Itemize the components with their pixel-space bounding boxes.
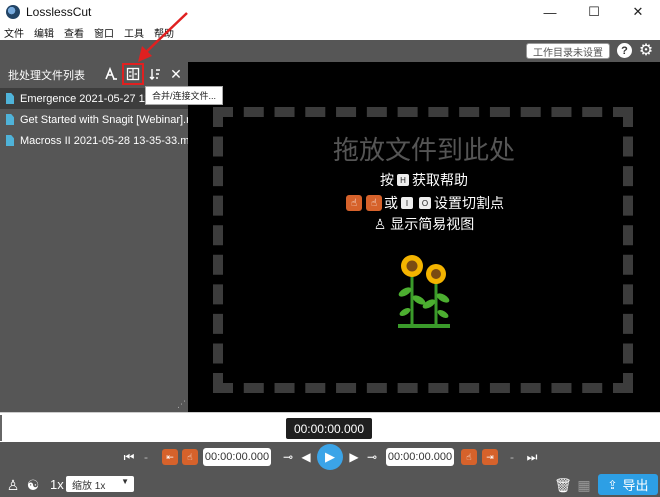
sort-order-icon[interactable] [146, 65, 164, 83]
help-button[interactable]: ? [617, 43, 632, 58]
window-controls: — ☐ ✕ [528, 0, 660, 24]
menu-help[interactable]: 帮助 [154, 25, 174, 40]
timeline-marker[interactable] [0, 415, 2, 441]
current-time-display: 00:00:00.000 [286, 418, 372, 439]
simple-view-hint[interactable]: ♙ 显示简易视图 [188, 214, 660, 234]
chevron-down-icon: ▼ [121, 477, 129, 486]
baby-icon: ♙ [373, 215, 387, 232]
working-directory-button[interactable]: 工作目录未设置 [526, 43, 610, 59]
yin-yang-icon[interactable]: ☯ [24, 476, 42, 494]
list-item[interactable]: Get Started with Snagit [Webinar].r [0, 109, 188, 130]
cut-hint: ☝ ☝ 或 I O 设置切割点 [188, 193, 660, 213]
help-suffix: 获取帮助 [412, 172, 468, 188]
cut-key-out: O [419, 197, 431, 209]
top-toolbar: 工作目录未设置 ? ⚙ [0, 40, 660, 62]
step-back-icon[interactable]: ◀ [300, 449, 312, 465]
menu-tools[interactable]: 工具 [124, 25, 144, 40]
set-cut-end-icon: ☝ [366, 195, 382, 211]
close-button[interactable]: ✕ [616, 0, 660, 24]
gear-icon[interactable]: ⚙ [637, 41, 655, 59]
playback-speed[interactable]: 1x [50, 477, 64, 492]
drop-title: 拖放文件到此处 [332, 135, 515, 165]
trash-icon[interactable]: 🗑 [554, 476, 572, 494]
cut-suffix: 设置切割点 [434, 195, 504, 211]
jump-cut-start-icon[interactable]: ⇤ [162, 449, 178, 465]
zoom-select[interactable]: 缩放 1x ▼ [66, 476, 134, 492]
help-key: H [397, 174, 409, 186]
menu-bar: 文件 编辑 查看 窗口 工具 帮助 [0, 24, 660, 40]
help-hint: 按 H 获取帮助 [188, 170, 660, 190]
window-title: LosslessCut [26, 5, 92, 19]
list-item[interactable]: Macross II 2021-05-28 13-35-33.mk [0, 130, 188, 151]
separator: - [510, 450, 514, 464]
menu-window[interactable]: 窗口 [94, 25, 114, 40]
export-button[interactable]: ⇪ 导出 [598, 474, 658, 495]
player-area[interactable]: 拖放文件到此处 按 H 获取帮助 ☝ ☝ 或 I O 设置切割点 ♙ 显示简易视… [188, 62, 660, 412]
step-forward-icon[interactable]: ▶ [348, 449, 360, 465]
file-name: Get Started with Snagit [Webinar].r [20, 113, 188, 126]
sidebar-title: 批处理文件列表 [8, 70, 85, 82]
cut-or: 或 [384, 195, 398, 211]
export-icon: ⇪ [607, 477, 618, 492]
play-button[interactable]: ▶ [317, 444, 343, 470]
title-bar: LosslessCut — ☐ ✕ [0, 0, 660, 24]
cut-key-in: I [401, 197, 413, 209]
set-cut-end-button[interactable]: ☝ [461, 449, 477, 465]
calendar-icon[interactable]: ▦ [575, 476, 593, 494]
simple-view-label: 显示简易视图 [390, 216, 475, 232]
timeline[interactable]: 00:00:00.000 [0, 412, 660, 442]
file-icon [6, 93, 14, 104]
zoom-value: 缩放 1x [72, 480, 106, 492]
separator: - [144, 450, 148, 464]
jump-end-icon[interactable]: ⏭ [525, 449, 539, 465]
cut-start-time-input[interactable]: 00:00:00.000 [203, 448, 271, 466]
close-sidebar-icon[interactable]: ✕ [167, 65, 185, 83]
file-name: Macross II 2021-05-28 13-35-33.mk [20, 134, 188, 147]
simple-mode-icon[interactable]: ♙ [4, 476, 22, 494]
key-end-icon[interactable]: ⊸ [364, 449, 380, 465]
resize-grip-icon[interactable]: ⋰ [177, 399, 186, 410]
help-prefix: 按 [380, 172, 394, 188]
menu-file[interactable]: 文件 [4, 25, 24, 40]
menu-edit[interactable]: 编辑 [34, 25, 54, 40]
minimize-button[interactable]: — [528, 0, 572, 24]
sidebar-header: 批处理文件列表 ✕ [0, 62, 188, 86]
jump-cut-end-icon[interactable]: ⇥ [482, 449, 498, 465]
jump-start-icon[interactable]: ⏮ [122, 449, 136, 465]
cut-end-time-input[interactable]: 00:00:00.000 [386, 448, 454, 466]
set-cut-start-icon: ☝ [346, 195, 362, 211]
maximize-button[interactable]: ☐ [572, 0, 616, 24]
app-logo-icon [6, 5, 20, 19]
sort-alpha-icon[interactable] [102, 65, 120, 83]
key-start-icon[interactable]: ⊸ [280, 449, 296, 465]
set-cut-start-button[interactable]: ☝ [182, 449, 198, 465]
export-label: 导出 [622, 478, 649, 493]
merge-files-icon[interactable] [124, 65, 142, 83]
merge-tooltip: 合并/连接文件... [145, 86, 223, 105]
playback-controls: ⏮ - ⇤ ☝ 00:00:00.000 ⊸ ◀ ▶ ▶ ⊸ 00:00:00.… [0, 442, 660, 472]
file-name: Emergence 2021-05-27 11 [20, 92, 151, 105]
file-icon [6, 114, 14, 125]
sunflower-icon [398, 255, 450, 328]
bottom-bar: ♙ ☯ 1x 缩放 1x ▼ 🗑 ▦ ⇪ 导出 [0, 472, 660, 497]
batch-file-sidebar: 批处理文件列表 ✕ Emergence 2021-05-27 11 Get St… [0, 62, 188, 412]
menu-view[interactable]: 查看 [64, 25, 84, 40]
file-icon [6, 135, 14, 146]
